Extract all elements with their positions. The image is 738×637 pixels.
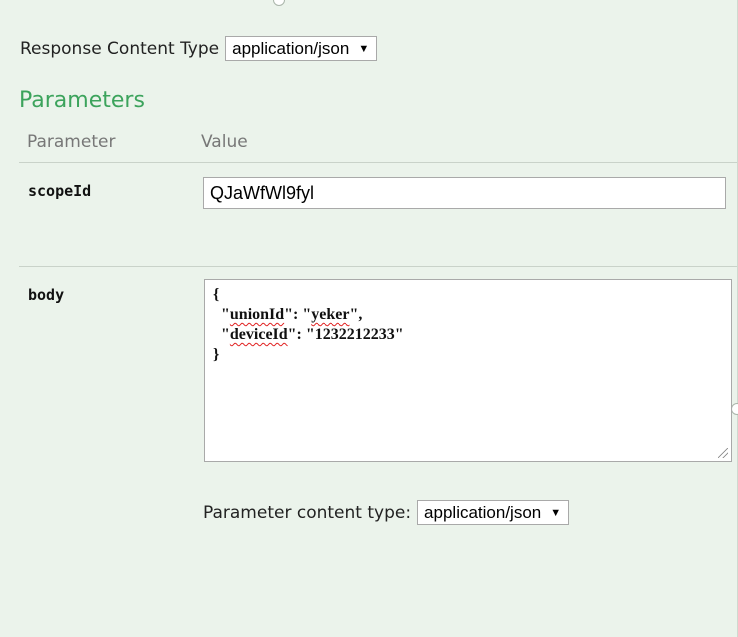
response-content-type-value: application/json [232, 38, 350, 58]
column-header-value: Value [201, 132, 248, 152]
api-operation-panel: Response Content Type application/json ▼… [0, 0, 738, 637]
chevron-down-icon: ▼ [358, 42, 370, 55]
parameter-content-type-value: application/json [424, 502, 542, 522]
textarea-resize-grip-icon[interactable] [718, 448, 728, 458]
spellcheck-word-unionid: unionId [229, 306, 285, 323]
header-divider [19, 162, 737, 163]
resize-handle-top[interactable] [273, 0, 285, 6]
response-content-type-row: Response Content Type application/json ▼ [20, 36, 378, 61]
chevron-down-icon: ▼ [550, 506, 562, 519]
spellcheck-word-deviceid: deviceId [229, 326, 288, 343]
body-line-1: { [213, 286, 220, 303]
parameters-heading: Parameters [19, 88, 145, 113]
row-divider [19, 266, 737, 267]
body-line-2: "unionId": "yeker", [213, 306, 363, 323]
parameter-content-type-row: Parameter content type: application/json… [203, 500, 570, 525]
body-line-3: "deviceId": "1232212233" [213, 326, 404, 343]
resize-handle-right[interactable] [731, 403, 738, 415]
parameter-content-type-label: Parameter content type: [203, 502, 412, 523]
column-header-parameter: Parameter [27, 132, 116, 152]
parameter-content-type-select[interactable]: application/json ▼ [417, 500, 570, 525]
scopeid-input[interactable] [203, 177, 726, 209]
body-line-4: } [213, 346, 220, 363]
body-textarea[interactable]: { "unionId": "yeker", "deviceId": "12322… [204, 279, 732, 462]
param-name-scopeid: scopeId [28, 182, 92, 200]
spellcheck-word-yeker: yeker [311, 306, 350, 323]
response-content-type-select[interactable]: application/json ▼ [225, 36, 378, 61]
response-content-type-label: Response Content Type [20, 38, 220, 59]
param-name-body: body [28, 286, 65, 304]
